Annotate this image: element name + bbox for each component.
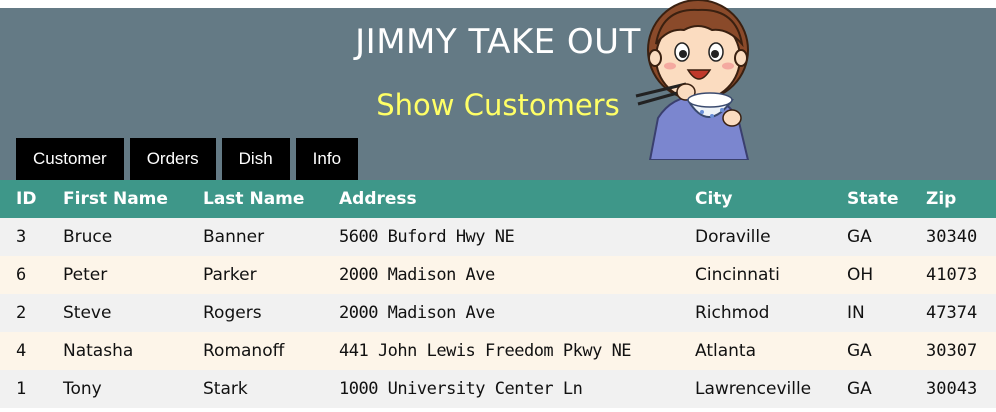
col-header-id: ID: [16, 189, 37, 209]
col-header-first-name: First Name: [63, 189, 168, 209]
cell-city: Cincinnati: [695, 265, 780, 285]
cell-last-name: Rogers: [203, 303, 262, 323]
cell-state: GA: [847, 379, 872, 399]
cell-city: Atlanta: [695, 341, 756, 361]
cell-id: 3: [16, 227, 27, 247]
cell-id: 4: [16, 341, 27, 361]
cell-first-name: Peter: [63, 265, 108, 285]
table-row: 1 Tony Stark 1000 University Center Ln L…: [0, 370, 996, 408]
table-row: 2 Steve Rogers 2000 Madison Ave Richmod …: [0, 294, 996, 332]
cell-zip: 30307: [926, 341, 978, 361]
cell-last-name: Parker: [203, 265, 257, 285]
cell-id: 2: [16, 303, 27, 323]
cell-last-name: Banner: [203, 227, 265, 247]
cell-city: Doraville: [695, 227, 771, 247]
cell-city: Lawrenceville: [695, 379, 812, 399]
cell-address: 1000 University Center Ln: [339, 379, 583, 399]
table-row: 6 Peter Parker 2000 Madison Ave Cincinna…: [0, 256, 996, 294]
cell-address: 2000 Madison Ave: [339, 265, 495, 285]
cell-last-name: Stark: [203, 379, 248, 399]
nav-dish-button[interactable]: Dish: [221, 138, 290, 180]
table-row: 3 Bruce Banner 5600 Buford Hwy NE Doravi…: [0, 218, 996, 256]
cell-zip: 47374: [926, 303, 978, 323]
cell-first-name: Steve: [63, 303, 112, 323]
site-title: JIMMY TAKE OUT: [355, 22, 641, 62]
nav-customer-button[interactable]: Customer: [16, 138, 124, 180]
col-header-last-name: Last Name: [203, 189, 305, 209]
cell-address: 5600 Buford Hwy NE: [339, 227, 515, 247]
mascot-icon: [635, 0, 750, 160]
col-header-city: City: [695, 189, 733, 209]
cell-first-name: Bruce: [63, 227, 113, 247]
cell-address: 441 John Lewis Freedom Pkwy NE: [339, 341, 632, 361]
customers-table: ID First Name Last Name Address City Sta…: [0, 180, 996, 408]
nav-orders-button[interactable]: Orders: [129, 138, 216, 180]
col-header-zip: Zip: [926, 189, 957, 209]
cell-first-name: Natasha: [63, 341, 134, 361]
site-header: JIMMY TAKE OUT Show Customers Customer O…: [0, 8, 996, 180]
col-header-address: Address: [339, 189, 417, 209]
cell-state: OH: [847, 265, 874, 285]
cell-last-name: Romanoff: [203, 341, 285, 361]
nav-info-button[interactable]: Info: [295, 138, 359, 180]
table-header-row: ID First Name Last Name Address City Sta…: [0, 180, 996, 218]
cell-state: GA: [847, 227, 872, 247]
cell-state: IN: [847, 303, 865, 323]
cell-address: 2000 Madison Ave: [339, 303, 495, 323]
nav-bar: Customer Orders Dish Info: [16, 138, 359, 180]
cell-id: 6: [16, 265, 27, 285]
cell-zip: 41073: [926, 265, 978, 285]
cell-zip: 30043: [926, 379, 978, 399]
col-header-state: State: [847, 189, 899, 209]
cell-state: GA: [847, 341, 872, 361]
cell-zip: 30340: [926, 227, 978, 247]
cell-city: Richmod: [695, 303, 770, 323]
page-subtitle: Show Customers: [376, 88, 620, 122]
cell-id: 1: [16, 379, 27, 399]
table-row: 4 Natasha Romanoff 441 John Lewis Freedo…: [0, 332, 996, 370]
cell-first-name: Tony: [63, 379, 102, 399]
